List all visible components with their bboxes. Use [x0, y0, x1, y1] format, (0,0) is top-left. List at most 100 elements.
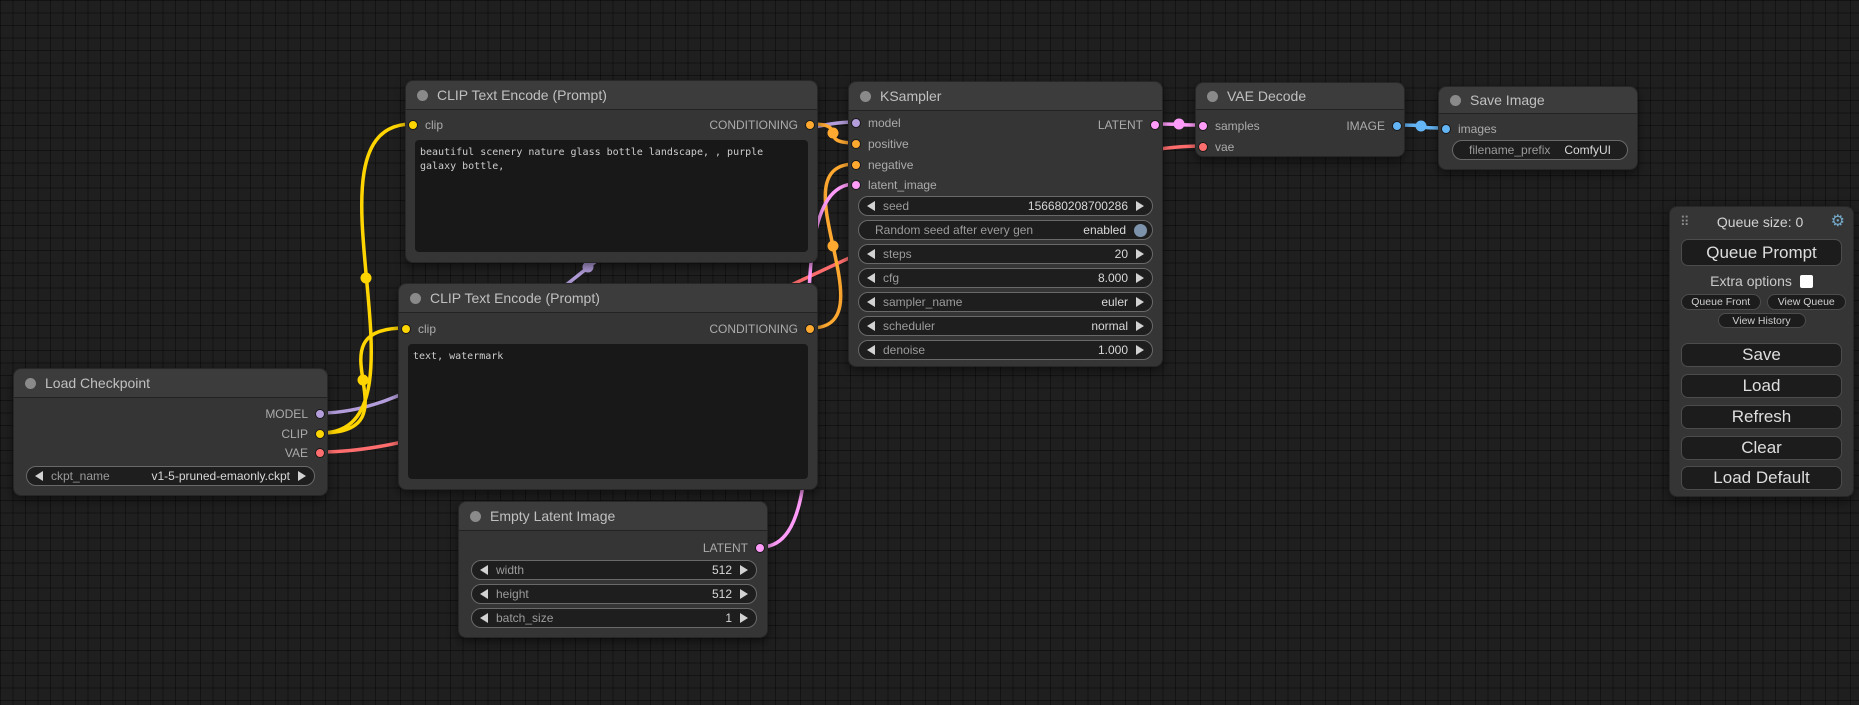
width-widget[interactable]: width 512 [471, 560, 757, 580]
model-slot-dot[interactable] [851, 118, 861, 128]
conditioning-slot-dot[interactable] [805, 324, 815, 334]
input-slot-positive[interactable]: positive [851, 137, 909, 151]
filename-prefix-widget[interactable]: filename_prefix ComfyUI [1452, 140, 1628, 160]
conditioning-slot-dot[interactable] [851, 139, 861, 149]
input-slot-negative[interactable]: negative [851, 158, 913, 172]
output-slot-image[interactable]: IMAGE [1346, 119, 1402, 133]
decrement-arrow-icon[interactable] [867, 201, 875, 211]
node-title-bar[interactable]: VAE Decode [1196, 83, 1404, 109]
output-slot-clip[interactable]: CLIP [281, 427, 325, 441]
node-title-bar[interactable]: Load Checkpoint [14, 369, 327, 397]
decrement-arrow-icon[interactable] [480, 565, 488, 575]
output-slot-vae[interactable]: VAE [285, 446, 325, 460]
increment-arrow-icon[interactable] [740, 589, 748, 599]
refresh-button[interactable]: Refresh [1681, 405, 1842, 429]
output-slot-latent[interactable]: LATENT [1098, 118, 1160, 132]
increment-arrow-icon[interactable] [1136, 273, 1144, 283]
latent-slot-dot[interactable] [1150, 120, 1160, 130]
input-slot-images[interactable]: images [1441, 122, 1497, 136]
collapse-dot-icon[interactable] [410, 293, 421, 304]
collapse-dot-icon[interactable] [1207, 91, 1218, 102]
node-clip-text-encode-positive[interactable]: CLIP Text Encode (Prompt) clip CONDITION… [405, 80, 818, 263]
load-button[interactable]: Load [1681, 374, 1842, 398]
output-slot-conditioning[interactable]: CONDITIONING [709, 118, 815, 132]
collapse-dot-icon[interactable] [417, 90, 428, 101]
node-ksampler[interactable]: KSampler model positive negative latent_… [848, 81, 1163, 367]
collapse-dot-icon[interactable] [1450, 95, 1461, 106]
clip-slot-dot[interactable] [401, 324, 411, 334]
vae-slot-dot[interactable] [1198, 142, 1208, 152]
toggle-indicator-dot[interactable] [1134, 224, 1147, 237]
random-seed-toggle[interactable]: Random seed after every gen enabled [858, 220, 1153, 240]
queue-front-button[interactable]: Queue Front [1681, 294, 1761, 310]
image-slot-dot[interactable] [1441, 124, 1451, 134]
queue-panel[interactable]: ⠿ Queue size: 0 ⚙ Queue Prompt Extra opt… [1669, 206, 1854, 497]
collapse-dot-icon[interactable] [470, 511, 481, 522]
image-slot-dot[interactable] [1392, 121, 1402, 131]
save-button[interactable]: Save [1681, 343, 1842, 367]
node-vae-decode[interactable]: VAE Decode samples vae IMAGE [1195, 82, 1405, 157]
node-clip-text-encode-negative[interactable]: CLIP Text Encode (Prompt) clip CONDITION… [398, 283, 818, 490]
node-title-bar[interactable]: Save Image [1439, 87, 1637, 113]
output-slot-model[interactable]: MODEL [265, 407, 325, 421]
input-slot-model[interactable]: model [851, 116, 901, 130]
load-default-button[interactable]: Load Default [1681, 466, 1842, 490]
decrement-arrow-icon[interactable] [867, 345, 875, 355]
increment-arrow-icon[interactable] [1136, 201, 1144, 211]
queue-prompt-button[interactable]: Queue Prompt [1681, 239, 1842, 266]
sampler-name-widget[interactable]: sampler_name euler [858, 292, 1153, 312]
model-slot-dot[interactable] [315, 409, 325, 419]
conditioning-slot-dot[interactable] [805, 120, 815, 130]
input-slot-vae[interactable]: vae [1198, 140, 1234, 154]
decrement-arrow-icon[interactable] [35, 471, 43, 481]
node-empty-latent-image[interactable]: Empty Latent Image LATENT width 512 heig… [458, 501, 768, 638]
denoise-widget[interactable]: denoise 1.000 [858, 340, 1153, 360]
height-widget[interactable]: height 512 [471, 584, 757, 604]
view-queue-button[interactable]: View Queue [1767, 294, 1847, 310]
node-load-checkpoint[interactable]: Load Checkpoint MODEL CLIP VAE ckpt_name… [13, 368, 328, 496]
collapse-dot-icon[interactable] [25, 378, 36, 389]
decrement-arrow-icon[interactable] [867, 321, 875, 331]
decrement-arrow-icon[interactable] [867, 297, 875, 307]
extra-options-checkbox[interactable] [1800, 275, 1813, 288]
node-title-bar[interactable]: Empty Latent Image [459, 502, 767, 530]
input-slot-latent-image[interactable]: latent_image [851, 178, 937, 192]
decrement-arrow-icon[interactable] [480, 589, 488, 599]
negative-prompt-textarea[interactable]: text, watermark [408, 344, 808, 479]
clear-button[interactable]: Clear [1681, 436, 1842, 460]
node-save-image[interactable]: Save Image images filename_prefix ComfyU… [1438, 86, 1638, 170]
cfg-widget[interactable]: cfg 8.000 [858, 268, 1153, 288]
drag-handle-icon[interactable]: ⠿ [1680, 214, 1690, 230]
decrement-arrow-icon[interactable] [867, 273, 875, 283]
input-slot-clip[interactable]: clip [408, 118, 443, 132]
node-title-bar[interactable]: CLIP Text Encode (Prompt) [406, 81, 817, 109]
clip-slot-dot[interactable] [315, 429, 325, 439]
increment-arrow-icon[interactable] [740, 613, 748, 623]
node-title-bar[interactable]: CLIP Text Encode (Prompt) [399, 284, 817, 312]
graph-canvas[interactable]: Load Checkpoint MODEL CLIP VAE ckpt_name… [0, 0, 1859, 705]
view-history-button[interactable]: View History [1718, 313, 1806, 328]
input-slot-samples[interactable]: samples [1198, 119, 1260, 133]
positive-prompt-textarea[interactable]: beautiful scenery nature glass bottle la… [415, 140, 808, 252]
seed-widget[interactable]: seed 156680208700286 [858, 196, 1153, 216]
conditioning-slot-dot[interactable] [851, 160, 861, 170]
input-slot-clip[interactable]: clip [401, 322, 436, 336]
increment-arrow-icon[interactable] [1136, 297, 1144, 307]
latent-slot-dot[interactable] [851, 180, 861, 190]
output-slot-conditioning[interactable]: CONDITIONING [709, 322, 815, 336]
ckpt-name-widget[interactable]: ckpt_name v1-5-pruned-emaonly.ckpt [26, 466, 315, 486]
increment-arrow-icon[interactable] [740, 565, 748, 575]
increment-arrow-icon[interactable] [1136, 345, 1144, 355]
increment-arrow-icon[interactable] [1136, 321, 1144, 331]
decrement-arrow-icon[interactable] [867, 249, 875, 259]
output-slot-latent[interactable]: LATENT [703, 541, 765, 555]
decrement-arrow-icon[interactable] [480, 613, 488, 623]
gear-icon[interactable]: ⚙ [1831, 214, 1845, 230]
vae-slot-dot[interactable] [315, 448, 325, 458]
increment-arrow-icon[interactable] [1136, 249, 1144, 259]
steps-widget[interactable]: steps 20 [858, 244, 1153, 264]
scheduler-widget[interactable]: scheduler normal [858, 316, 1153, 336]
collapse-dot-icon[interactable] [860, 91, 871, 102]
latent-slot-dot[interactable] [755, 543, 765, 553]
batch-size-widget[interactable]: batch_size 1 [471, 608, 757, 628]
